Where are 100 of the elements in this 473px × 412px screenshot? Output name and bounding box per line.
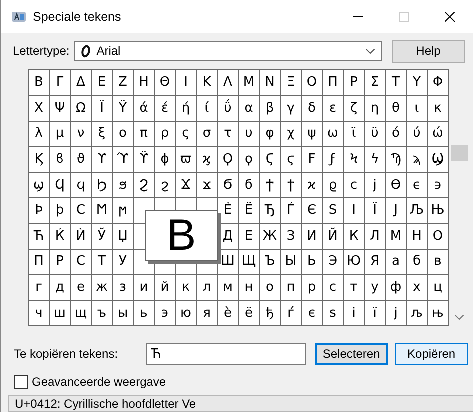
character-cell[interactable]: Υ xyxy=(407,70,428,96)
character-cell[interactable]: У xyxy=(113,250,134,276)
character-cell[interactable]: т xyxy=(344,275,365,301)
character-cell[interactable]: ϝ xyxy=(323,147,344,173)
character-cell[interactable]: ϙ xyxy=(239,147,260,173)
character-cell[interactable]: Э xyxy=(323,250,344,276)
character-cell[interactable]: Ϫ xyxy=(176,172,197,198)
character-cell[interactable]: ш xyxy=(50,300,71,326)
character-cell[interactable]: Ω xyxy=(71,96,92,122)
character-cell[interactable]: Ж xyxy=(260,224,281,250)
character-cell[interactable]: Я xyxy=(365,250,386,276)
character-cell[interactable]: ї xyxy=(365,300,386,326)
character-cell[interactable]: ϐ xyxy=(50,147,71,173)
character-cell[interactable]: і xyxy=(344,300,365,326)
character-cell[interactable]: Ї xyxy=(365,198,386,224)
character-cell[interactable]: о xyxy=(260,275,281,301)
character-cell[interactable]: п xyxy=(281,275,302,301)
character-cell[interactable]: Ќ xyxy=(50,224,71,250)
character-cell[interactable]: Ϗ xyxy=(29,147,50,173)
character-cell[interactable]: ϻ xyxy=(113,198,134,224)
character-cell[interactable]: ϟ xyxy=(365,147,386,173)
character-cell[interactable]: ы xyxy=(113,300,134,326)
character-cell[interactable]: Η xyxy=(134,70,155,96)
character-cell[interactable]: ψ xyxy=(302,122,323,148)
character-cell[interactable]: ϸ xyxy=(50,198,71,224)
character-cell[interactable]: Ρ xyxy=(344,70,365,96)
character-cell[interactable]: Е xyxy=(239,224,260,250)
character-cell[interactable]: Ϩ xyxy=(134,172,155,198)
character-cell[interactable]: Μ xyxy=(239,70,260,96)
character-cell[interactable]: β xyxy=(260,96,281,122)
character-cell[interactable]: ϑ xyxy=(71,147,92,173)
character-cell[interactable]: ή xyxy=(176,96,197,122)
character-cell[interactable]: М xyxy=(386,224,407,250)
character-cell[interactable]: ѐ xyxy=(218,300,239,326)
character-cell[interactable]: Ϭ xyxy=(218,172,239,198)
character-cell[interactable]: д xyxy=(50,275,71,301)
character-cell[interactable]: Ο xyxy=(302,70,323,96)
character-cell[interactable]: а xyxy=(386,250,407,276)
character-cell[interactable]: ч xyxy=(29,300,50,326)
scroll-thumb[interactable] xyxy=(451,145,468,162)
character-cell[interactable]: ϋ xyxy=(365,122,386,148)
character-cell[interactable]: с xyxy=(323,275,344,301)
character-cell[interactable]: ς xyxy=(176,122,197,148)
character-cell[interactable]: Л xyxy=(365,224,386,250)
character-cell[interactable]: ϯ xyxy=(281,172,302,198)
character-cell[interactable]: Й xyxy=(323,224,344,250)
character-cell[interactable]: З xyxy=(281,224,302,250)
advanced-checkbox[interactable] xyxy=(14,375,28,390)
character-cell[interactable]: ά xyxy=(134,96,155,122)
character-cell[interactable]: ν xyxy=(71,122,92,148)
character-cell[interactable]: ϖ xyxy=(176,147,197,173)
character-cell[interactable]: у xyxy=(365,275,386,301)
character-cell[interactable]: ђ xyxy=(260,300,281,326)
character-cell[interactable]: Ϊ xyxy=(92,96,113,122)
character-cell[interactable]: Γ xyxy=(50,70,71,96)
character-cell[interactable]: Ϲ xyxy=(71,198,92,224)
copy-input[interactable]: Ћ xyxy=(146,343,306,366)
character-cell[interactable]: ϳ xyxy=(365,172,386,198)
character-cell[interactable]: Ϧ xyxy=(92,172,113,198)
character-cell[interactable]: ϓ xyxy=(113,147,134,173)
character-cell[interactable]: П xyxy=(29,250,50,276)
character-cell[interactable]: Ε xyxy=(92,70,113,96)
character-cell[interactable]: π xyxy=(134,122,155,148)
character-cell[interactable]: б xyxy=(407,250,428,276)
character-cell[interactable]: Щ xyxy=(239,250,260,276)
character-cell[interactable]: ξ xyxy=(92,122,113,148)
character-cell[interactable]: ε xyxy=(323,96,344,122)
character-cell[interactable]: ѕ xyxy=(323,300,344,326)
character-cell[interactable]: ј xyxy=(386,300,407,326)
character-cell[interactable]: έ xyxy=(155,96,176,122)
character-cell[interactable]: δ xyxy=(302,96,323,122)
character-cell[interactable]: Ь xyxy=(302,250,323,276)
character-cell[interactable]: Ю xyxy=(344,250,365,276)
character-cell[interactable]: ι xyxy=(407,96,428,122)
character-cell[interactable]: є xyxy=(302,300,323,326)
character-cell[interactable]: р xyxy=(302,275,323,301)
character-cell[interactable]: э xyxy=(155,300,176,326)
character-cell[interactable]: η xyxy=(365,96,386,122)
character-cell[interactable]: Τ xyxy=(386,70,407,96)
character-cell[interactable]: Є xyxy=(302,198,323,224)
character-cell[interactable]: н xyxy=(239,275,260,301)
character-cell[interactable]: ь xyxy=(134,300,155,326)
character-cell[interactable]: Џ xyxy=(113,224,134,250)
character-cell[interactable]: Ϸ xyxy=(29,198,50,224)
character-cell[interactable]: Ϥ xyxy=(50,172,71,198)
character-cell[interactable]: ϭ xyxy=(239,172,260,198)
character-cell[interactable]: Π xyxy=(323,70,344,96)
character-cell[interactable]: Ё xyxy=(239,198,260,224)
character-cell[interactable]: Ѕ xyxy=(323,198,344,224)
character-cell[interactable]: ϒ xyxy=(92,147,113,173)
character-cell[interactable]: ϱ xyxy=(323,172,344,198)
character-cell[interactable]: ϫ xyxy=(197,172,218,198)
character-cell[interactable]: σ xyxy=(197,122,218,148)
character-cell[interactable]: Ы xyxy=(281,250,302,276)
character-cell[interactable]: Ζ xyxy=(113,70,134,96)
character-cell[interactable]: Ι xyxy=(176,70,197,96)
character-cell[interactable]: м xyxy=(218,275,239,301)
character-cell[interactable]: Ϻ xyxy=(92,198,113,224)
copy-button[interactable]: Kopiëren xyxy=(395,343,468,366)
character-cell[interactable]: ϛ xyxy=(281,147,302,173)
